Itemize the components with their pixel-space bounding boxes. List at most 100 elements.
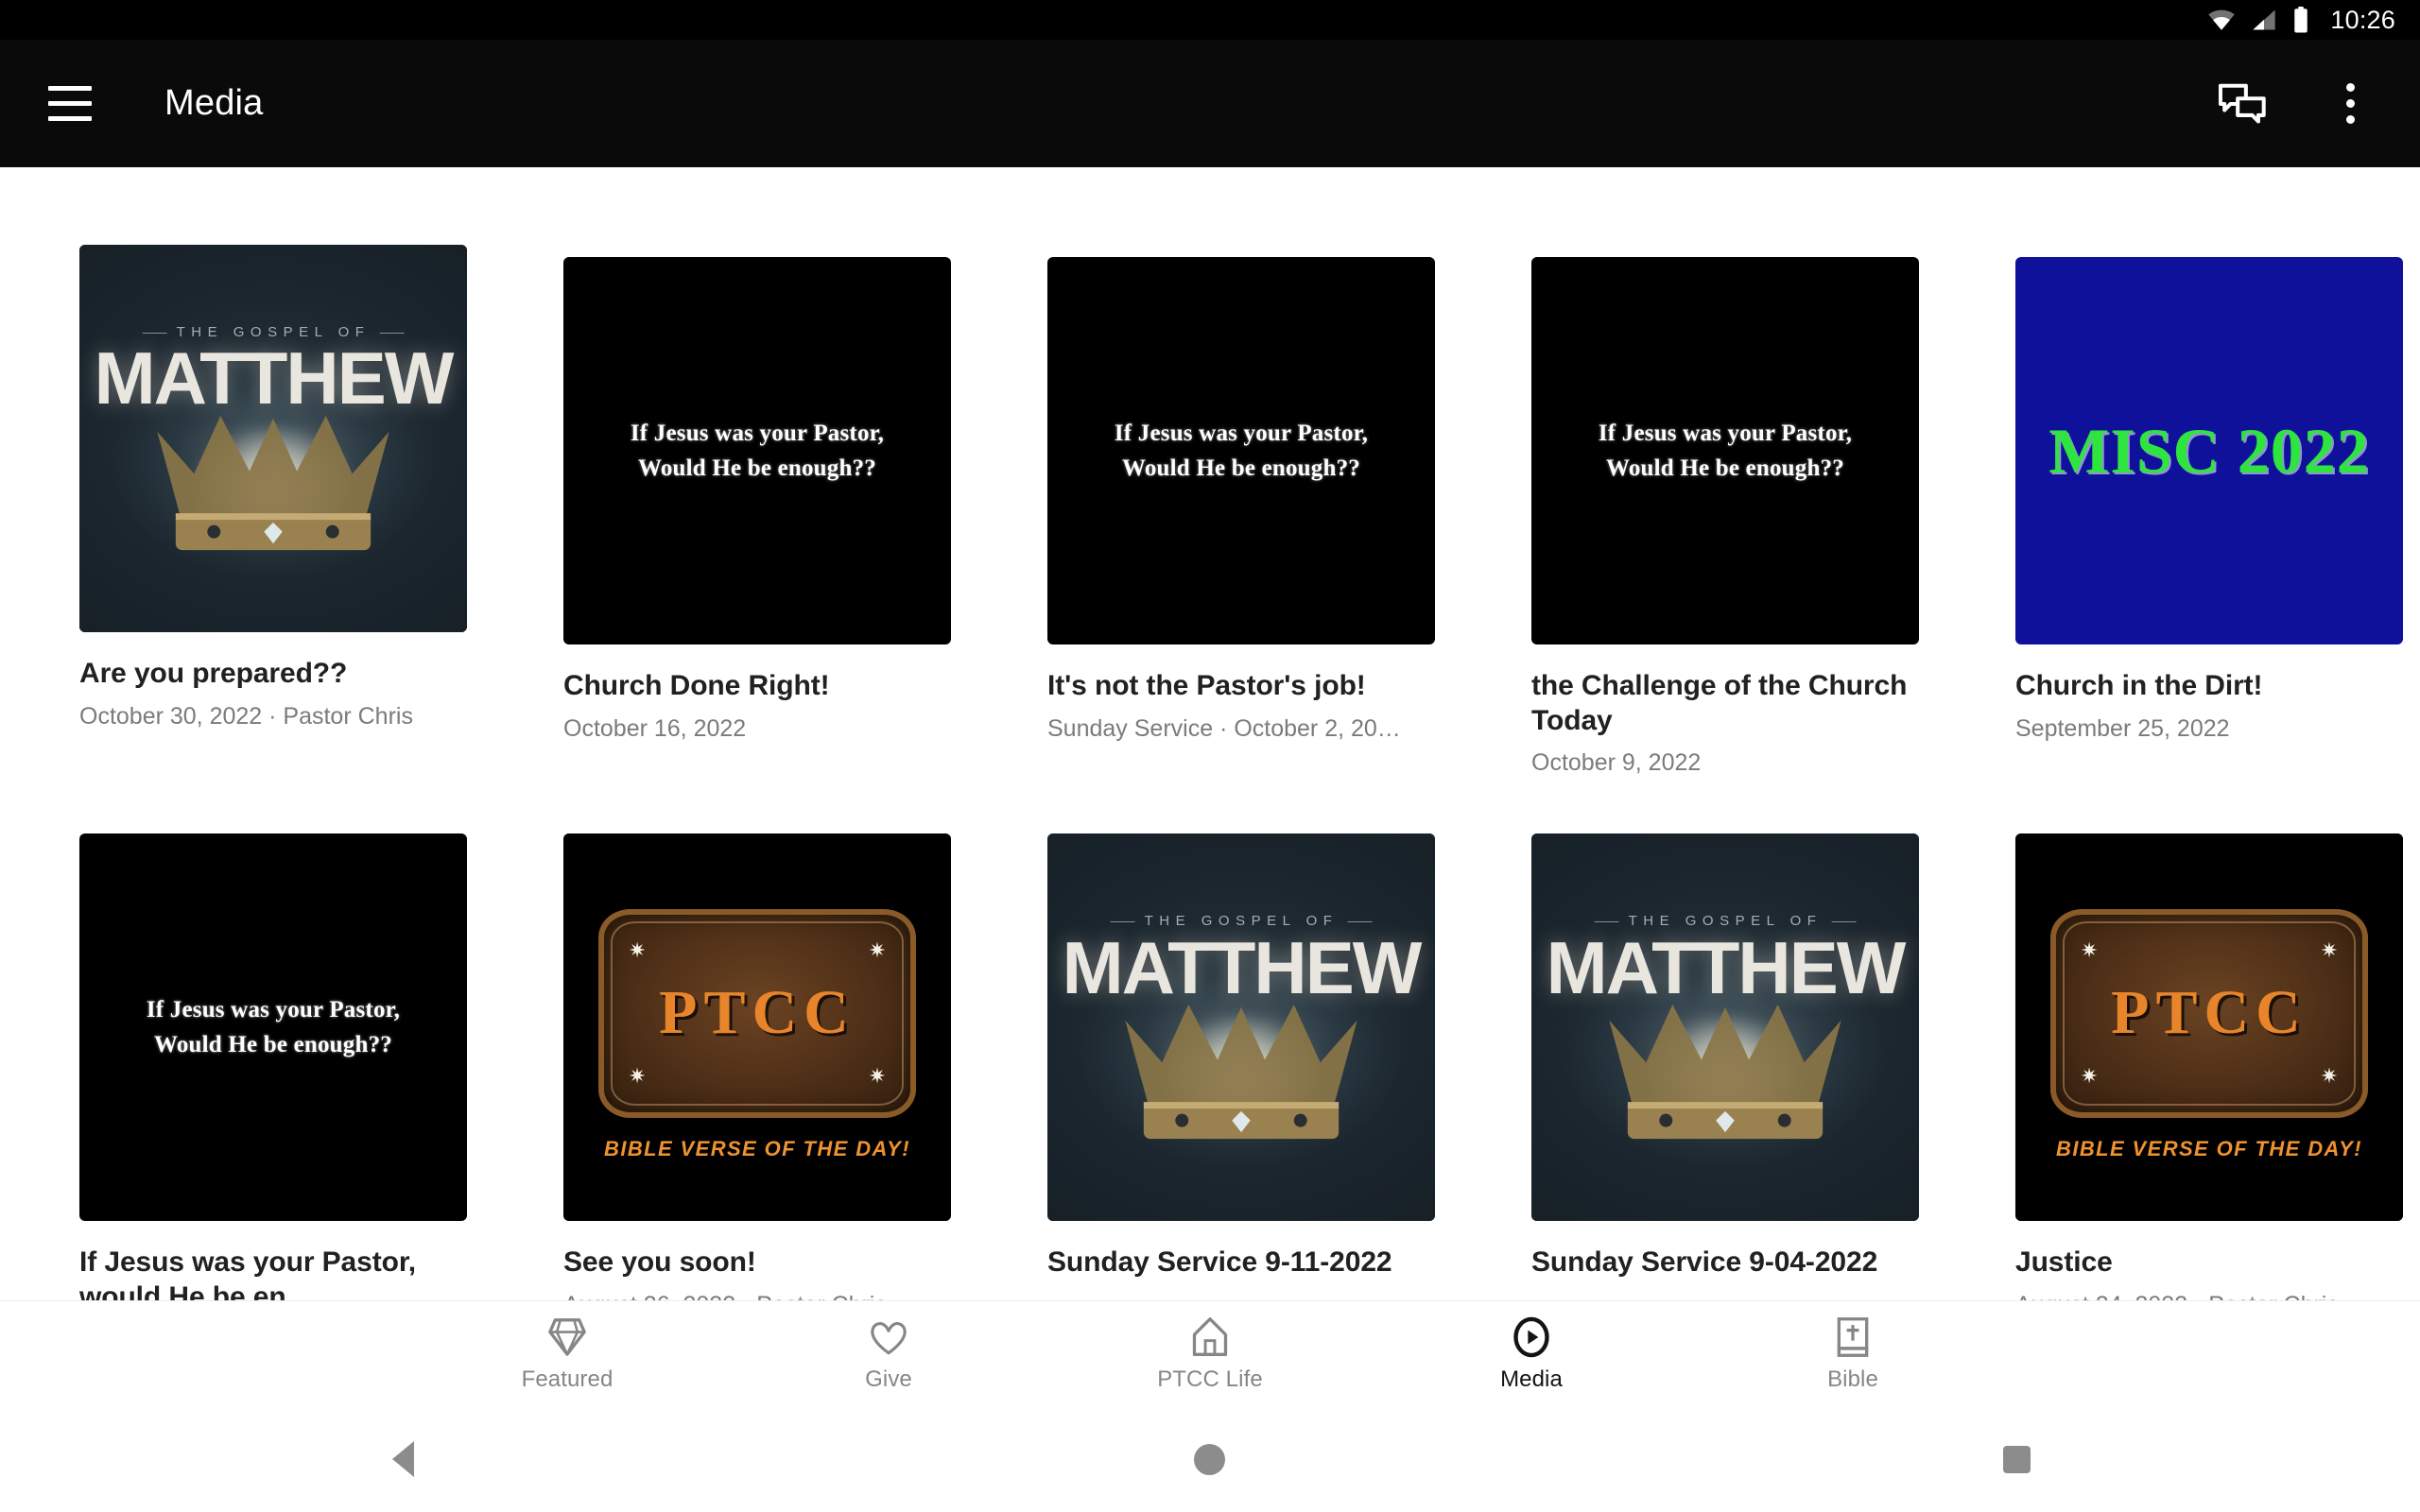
media-row: THE GOSPEL OF MATTHEW Are you prepared??… (0, 167, 2420, 777)
gem-icon (548, 1314, 586, 1358)
nav-item-bible[interactable]: Bible (1692, 1301, 2014, 1406)
artwork-title: MISC 2022 (2048, 414, 2370, 487)
quote-line-2: Would He be enough?? (638, 455, 876, 481)
back-triangle-icon (392, 1441, 415, 1477)
artwork-tagline: BIBLE VERSE OF THE DAY! (604, 1137, 910, 1161)
media-thumbnail[interactable]: THE GOSPEL OF MATTHEW (79, 245, 467, 632)
church-icon (1190, 1314, 1230, 1358)
nav-label: Featured (521, 1366, 614, 1392)
star-icon: ✷ (628, 937, 647, 962)
nav-item-give[interactable]: Give (728, 1301, 1049, 1406)
quote-line-1: If Jesus was your Pastor, (1598, 420, 1853, 446)
system-back-button[interactable] (0, 1441, 806, 1477)
media-thumbnail[interactable]: If Jesus was your Pastor, Would He be eno… (79, 833, 467, 1222)
media-card-title: Are you prepared?? (79, 658, 348, 689)
media-card[interactable]: If Jesus was your Pastor, Would He be eno… (0, 833, 484, 1325)
media-card-subtitle: Sunday Service · October 2, 20… (1047, 714, 1401, 742)
media-thumbnail[interactable]: THE GOSPEL OF MATTHEW (1531, 833, 1919, 1222)
artwork-title: PTCC (2111, 978, 2308, 1048)
media-card-title: Sunday Service 9-04-2022 (1531, 1246, 1878, 1279)
matthew-artwork: THE GOSPEL OF MATTHEW (1047, 833, 1435, 1222)
ptcc-artwork: ✷ ✷ ✷ ✷ PTCC BIBLE VERSE OF THE DAY! (563, 833, 951, 1222)
media-card[interactable]: THE GOSPEL OF MATTHEW Are you prepared??… (0, 245, 484, 777)
media-thumbnail[interactable]: If Jesus was your Pastor, Would He be eno… (1531, 257, 1919, 644)
ptcc-buckle: ✷ ✷ ✷ ✷ PTCC (597, 908, 917, 1119)
star-icon: ✷ (2080, 937, 2099, 962)
overflow-vertical-dots-icon[interactable] (2314, 68, 2386, 140)
star-icon: ✷ (2320, 1063, 2339, 1088)
quote-line-1: If Jesus was your Pastor, (146, 996, 401, 1022)
artwork-tagline: BIBLE VERSE OF THE DAY! (2056, 1137, 2362, 1161)
media-card[interactable]: THE GOSPEL OF MATTHEW Sunday Service 9-1… (968, 833, 1452, 1325)
quote-line-1: If Jesus was your Pastor, (630, 420, 885, 446)
artwork-title: PTCC (659, 978, 856, 1048)
media-card[interactable]: THE GOSPEL OF MATTHEW Sunday Service 9-0… (1452, 833, 1936, 1325)
media-card-title: Justice (2015, 1246, 2113, 1279)
media-card-subtitle: October 30, 2022 · Pastor Chris (79, 702, 413, 730)
nav-label: PTCC Life (1157, 1366, 1263, 1392)
media-thumbnail[interactable]: THE GOSPEL OF MATTHEW (1047, 833, 1435, 1222)
quote-line-1: If Jesus was your Pastor, (1114, 420, 1369, 446)
media-card[interactable]: ✷ ✷ ✷ ✷ PTCC BIBLE VERSE OF THE DAY! See… (484, 833, 968, 1325)
media-card-title: Church in the Dirt! (2015, 670, 2263, 701)
star-icon: ✷ (868, 1063, 887, 1088)
quote-artwork: If Jesus was your Pastor, Would He be eno… (1047, 257, 1435, 644)
media-card-title: It's not the Pastor's job! (1047, 670, 1366, 701)
quote-artwork: If Jesus was your Pastor, Would He be eno… (79, 833, 467, 1222)
star-icon: ✷ (2080, 1063, 2099, 1088)
recents-square-icon (2002, 1445, 2031, 1473)
ptcc-buckle: ✷ ✷ ✷ ✷ PTCC (2049, 908, 2369, 1119)
media-card[interactable]: If Jesus was your Pastor, Would He be eno… (968, 245, 1452, 777)
system-recents-button[interactable] (1613, 1445, 2419, 1473)
nav-item-media[interactable]: Media (1371, 1301, 1692, 1406)
quote-artwork: If Jesus was your Pastor, Would He be eno… (563, 257, 951, 644)
ptcc-artwork: ✷ ✷ ✷ ✷ PTCC BIBLE VERSE OF THE DAY! (2015, 833, 2403, 1222)
crown-illustration (1125, 1004, 1357, 1139)
media-card-subtitle: September 25, 2022 (2015, 714, 2230, 742)
media-card-title: See you soon! (563, 1246, 756, 1279)
media-thumbnail[interactable]: If Jesus was your Pastor, Would He be eno… (563, 257, 951, 644)
chat-bubbles-icon[interactable] (2206, 68, 2278, 140)
app-bar: Media (0, 40, 2420, 167)
heart-icon (869, 1314, 908, 1358)
quote-line-2: Would He be enough?? (1122, 455, 1360, 481)
cellular-signal-icon (2251, 9, 2277, 31)
wifi-icon (2207, 9, 2236, 31)
media-card[interactable]: If Jesus was your Pastor, Would He be eno… (484, 245, 968, 777)
nav-label: Bible (1827, 1366, 1878, 1392)
bottom-navigation-bar: Featured Give PTCC Life Media Bible (0, 1300, 2420, 1406)
status-bar-clock: 10:26 (2330, 5, 2395, 34)
matthew-artwork: THE GOSPEL OF MATTHEW (79, 245, 467, 632)
battery-icon (2292, 7, 2309, 33)
media-thumbnail[interactable]: MISC 2022 (2015, 257, 2403, 644)
crown-illustration (1609, 1004, 1841, 1139)
media-card[interactable]: If Jesus was your Pastor, Would He be eno… (1452, 245, 1936, 777)
nav-item-featured[interactable]: Featured (406, 1301, 728, 1406)
quote-line-2: Would He be enough?? (1606, 455, 1844, 481)
app-bar-actions (2206, 68, 2420, 140)
media-card[interactable]: MISC 2022 Church in the Dirt! September … (1936, 245, 2420, 777)
bible-book-icon (1835, 1314, 1871, 1358)
star-icon: ✷ (868, 937, 887, 962)
nav-item-ptcc-life[interactable]: PTCC Life (1049, 1301, 1371, 1406)
media-card-subtitle: October 16, 2022 (563, 714, 747, 742)
misc-artwork: MISC 2022 (2015, 257, 2403, 644)
media-card-title: the Challenge of the Church Today (1531, 670, 1908, 736)
media-thumbnail[interactable]: If Jesus was your Pastor, Would He be eno… (1047, 257, 1435, 644)
nav-label: Give (865, 1366, 912, 1392)
quote-artwork: If Jesus was your Pastor, Would He be eno… (1531, 257, 1919, 644)
play-circle-icon (1511, 1314, 1552, 1358)
media-card-subtitle: October 9, 2022 (1531, 749, 1702, 777)
page-title: Media (164, 83, 264, 123)
hamburger-menu-icon[interactable] (25, 59, 115, 149)
system-home-button[interactable] (806, 1443, 1613, 1475)
star-icon: ✷ (628, 1063, 647, 1088)
nav-label: Media (1500, 1366, 1563, 1392)
media-thumbnail[interactable]: ✷ ✷ ✷ ✷ PTCC BIBLE VERSE OF THE DAY! (563, 833, 951, 1222)
star-icon: ✷ (2320, 937, 2339, 962)
media-thumbnail[interactable]: ✷ ✷ ✷ ✷ PTCC BIBLE VERSE OF THE DAY! (2015, 833, 2403, 1222)
status-bar: 10:26 (0, 0, 2420, 40)
home-circle-icon (1194, 1443, 1226, 1475)
media-card[interactable]: ✷ ✷ ✷ ✷ PTCC BIBLE VERSE OF THE DAY! Jus… (1936, 833, 2420, 1325)
matthew-artwork: THE GOSPEL OF MATTHEW (1531, 833, 1919, 1222)
